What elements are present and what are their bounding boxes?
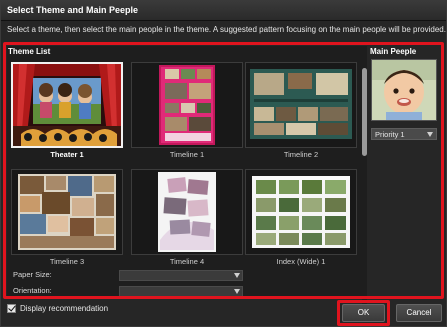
- cancel-button[interactable]: Cancel: [396, 304, 442, 322]
- select-theme-dialog: Select Theme and Main Peeple Select a th…: [0, 0, 447, 327]
- display-recommendation-label: Display recommendation: [20, 304, 109, 313]
- dialog-title: Select Theme and Main Peeple: [7, 5, 139, 15]
- instruction-text: Select a theme, then select the main peo…: [7, 25, 446, 34]
- highlight-frame-main: [3, 42, 444, 299]
- display-recommendation-checkbox[interactable]: [7, 303, 16, 313]
- checkmark-icon: [8, 303, 16, 312]
- display-recommendation-option[interactable]: Display recommendation: [7, 303, 109, 313]
- dialog-title-bar: Select Theme and Main Peeple: [1, 1, 446, 21]
- highlight-frame-ok: [337, 300, 390, 326]
